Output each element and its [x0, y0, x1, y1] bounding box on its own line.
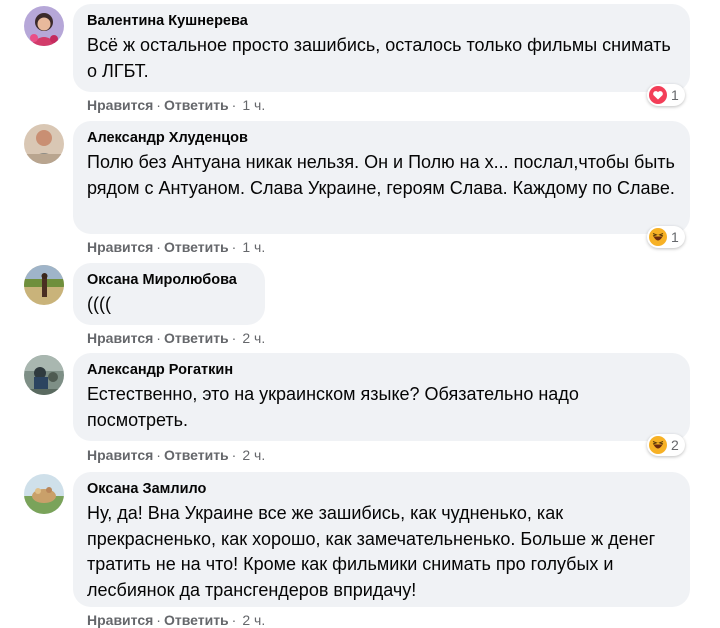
comment-actions: Нравится · Ответить · 1 ч.: [87, 239, 265, 255]
avatar-photo-icon: [24, 124, 64, 164]
comment-bubble: Александр Хлуденцов Полю без Антуана ник…: [73, 121, 690, 234]
reaction-badge[interactable]: 1: [647, 226, 685, 248]
comment-actions: Нравится · Ответить · 2 ч.: [87, 447, 265, 463]
comment-text: Ну, да! Вна Украине все же зашибись, как…: [87, 503, 656, 600]
comment-text: Всё ж остальное просто зашибись, осталос…: [87, 35, 671, 81]
reply-link[interactable]: Ответить: [164, 447, 229, 463]
comment-author[interactable]: Александр Рогаткин: [87, 361, 676, 380]
comment-author[interactable]: Оксана Замлило: [87, 480, 676, 499]
avatar[interactable]: [24, 124, 64, 164]
avatar[interactable]: [24, 6, 64, 46]
separator-dot: ·: [156, 97, 161, 113]
reaction-count: 1: [671, 229, 679, 245]
comment-author[interactable]: Валентина Кушнерева: [87, 12, 676, 31]
comment-time[interactable]: 1 ч.: [242, 97, 265, 113]
comment-time[interactable]: 1 ч.: [242, 239, 265, 255]
separator-dot: ·: [231, 330, 237, 346]
reaction-badge[interactable]: 2: [647, 434, 685, 456]
separator-dot: ·: [231, 97, 237, 113]
like-link[interactable]: Нравится: [87, 612, 153, 628]
avatar-photo-icon: [24, 265, 64, 305]
reaction-count: 2: [671, 437, 679, 453]
separator-dot: ·: [231, 612, 237, 628]
comment-time[interactable]: 2 ч.: [242, 612, 265, 628]
avatar-photo-icon: [24, 6, 64, 46]
avatar-photo-icon: [24, 474, 64, 514]
comment-bubble: Оксана Замлило Ну, да! Вна Украине все ж…: [73, 472, 690, 607]
comment-bubble: Александр Рогаткин Естественно, это на у…: [73, 353, 690, 441]
comment-actions: Нравится · Ответить · 2 ч.: [87, 330, 265, 346]
avatar[interactable]: [24, 265, 64, 305]
avatar[interactable]: [24, 474, 64, 514]
comment-actions: Нравится · Ответить · 2 ч.: [87, 612, 265, 628]
comment-text: Полю без Антуана никак нельзя. Он и Полю…: [87, 152, 675, 198]
comment-time[interactable]: 2 ч.: [242, 447, 265, 463]
like-link[interactable]: Нравится: [87, 447, 153, 463]
avatar[interactable]: [24, 355, 64, 395]
like-link[interactable]: Нравится: [87, 330, 153, 346]
haha-icon: [649, 436, 667, 454]
separator-dot: ·: [156, 330, 161, 346]
reply-link[interactable]: Ответить: [164, 97, 229, 113]
like-link[interactable]: Нравится: [87, 97, 153, 113]
reply-link[interactable]: Ответить: [164, 330, 229, 346]
comment-bubble: Валентина Кушнерева Всё ж остальное прос…: [73, 4, 690, 92]
comment-actions: Нравится · Ответить · 1 ч.: [87, 97, 265, 113]
reaction-badge[interactable]: 1: [647, 84, 685, 106]
comment-time[interactable]: 2 ч.: [242, 330, 265, 346]
comment-text: Естественно, это на украинском языке? Об…: [87, 384, 579, 430]
avatar-photo-icon: [24, 355, 64, 395]
love-icon: [649, 86, 667, 104]
reply-link[interactable]: Ответить: [164, 239, 229, 255]
comment-author[interactable]: Оксана Миролюбова: [87, 271, 251, 290]
separator-dot: ·: [231, 447, 237, 463]
haha-icon: [649, 228, 667, 246]
comment-author[interactable]: Александр Хлуденцов: [87, 129, 676, 148]
separator-dot: ·: [231, 239, 237, 255]
reaction-count: 1: [671, 87, 679, 103]
like-link[interactable]: Нравится: [87, 239, 153, 255]
comment-text: ((((: [87, 294, 111, 314]
separator-dot: ·: [156, 612, 161, 628]
reply-link[interactable]: Ответить: [164, 612, 229, 628]
comment-bubble: Оксана Миролюбова ((((: [73, 263, 265, 325]
separator-dot: ·: [156, 239, 161, 255]
separator-dot: ·: [156, 447, 161, 463]
